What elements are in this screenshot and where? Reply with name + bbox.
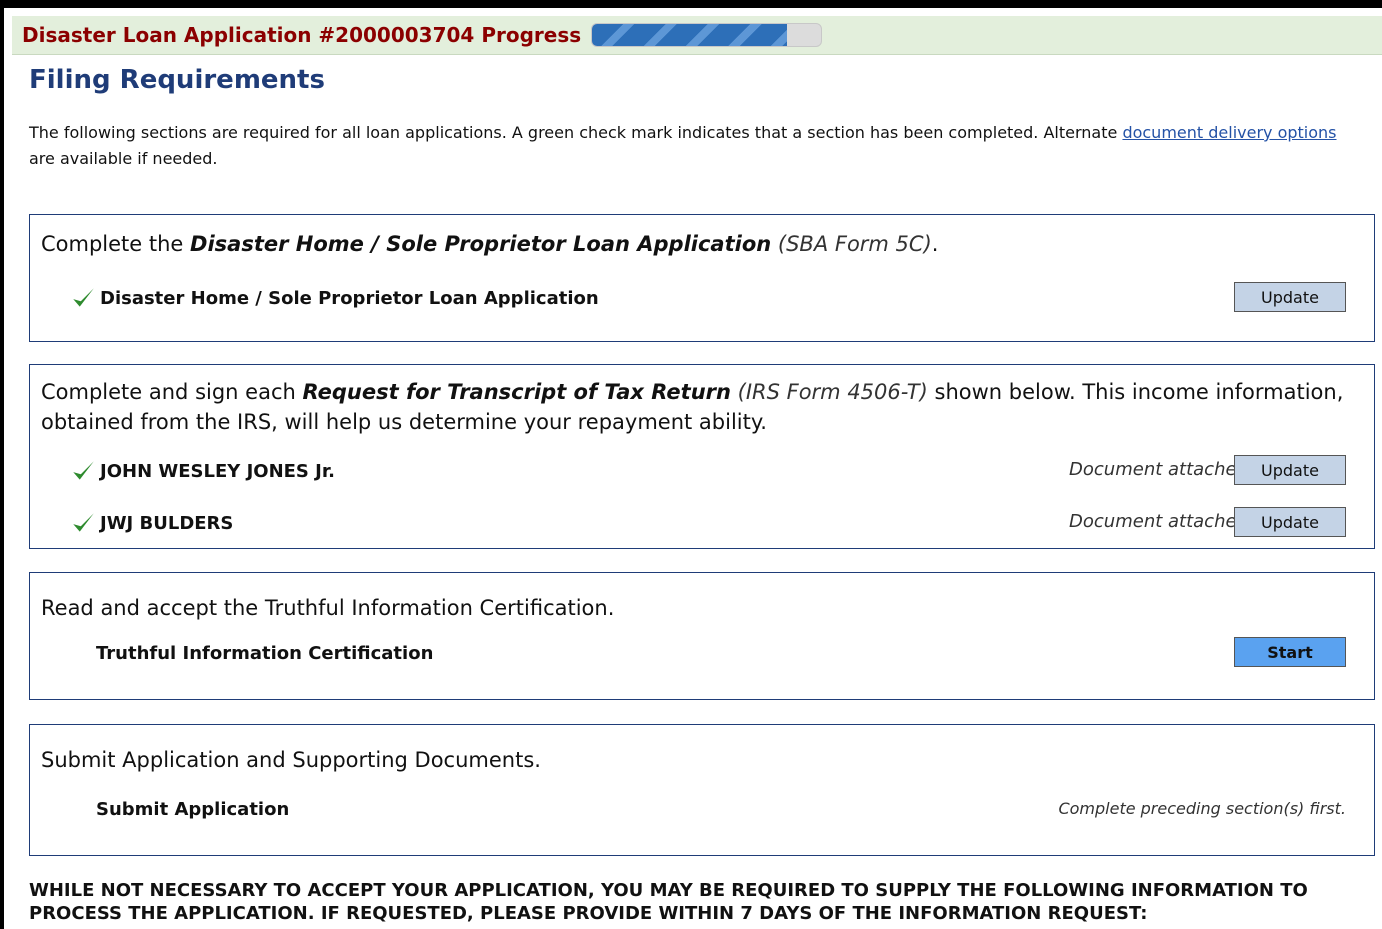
lead-prefix: Complete the — [41, 232, 184, 256]
item-label: Truthful Information Certification — [96, 642, 434, 664]
application-title-bar: Disaster Loan Application #2000003704 Pr… — [12, 16, 1382, 55]
update-button[interactable]: Update — [1234, 507, 1346, 537]
document-delivery-options-link[interactable]: document delivery options — [1122, 123, 1336, 142]
additional-info-notice: WHILE NOT NECESSARY TO ACCEPT YOUR APPLI… — [29, 880, 1308, 924]
list-item: Submit Application Complete preceding se… — [70, 793, 1374, 825]
application-title: Disaster Loan Application #2000003704 Pr… — [22, 23, 581, 47]
section-tax-transcript: Complete and sign each Request for Trans… — [29, 364, 1375, 549]
section-submit-application: Submit Application and Supporting Docume… — [29, 724, 1375, 856]
section-lead: Complete and sign each Request for Trans… — [41, 377, 1344, 437]
list-item: Truthful Information Certification Start — [70, 637, 1374, 669]
lead-suffix: . — [931, 232, 939, 256]
check-icon — [73, 288, 94, 307]
section-loan-application: Complete the Disaster Home / Sole Propri… — [29, 214, 1375, 342]
application-number: Disaster Loan Application #2000003704 — [22, 23, 475, 47]
section-lead: Submit Application and Supporting Docume… — [41, 748, 541, 772]
intro-tail: are available if needed. — [29, 149, 218, 168]
progress-label: Progress — [481, 23, 582, 47]
lead-title: Disaster Home / Sole Proprietor Loan App… — [190, 232, 772, 256]
update-button[interactable]: Update — [1234, 282, 1346, 312]
progress-bar-fill — [592, 24, 787, 46]
lead-prefix: Complete and sign each — [41, 380, 296, 404]
list-item: Disaster Home / Sole Proprietor Loan App… — [70, 282, 1374, 314]
progress-bar — [591, 23, 823, 47]
item-label: Submit Application — [96, 798, 290, 820]
lead-title: Request for Transcript of Tax Return — [302, 380, 731, 404]
section-truthful-certification: Read and accept the Truthful Information… — [29, 572, 1375, 700]
status-note: Complete preceding section(s) first. — [1058, 799, 1346, 818]
update-button[interactable]: Update — [1234, 455, 1346, 485]
page-title: Filing Requirements — [29, 65, 325, 95]
item-label: Disaster Home / Sole Proprietor Loan App… — [100, 287, 599, 309]
document-status: Document attached — [1069, 511, 1248, 532]
item-label: JOHN WESLEY JONES Jr. — [100, 460, 336, 482]
intro-text: The following sections are required for … — [29, 123, 1118, 142]
item-label: JWJ BULDERS — [100, 512, 234, 534]
lead-form: (IRS Form 4506-T) — [737, 380, 928, 404]
intro-paragraph: The following sections are required for … — [29, 120, 1359, 172]
list-item: JOHN WESLEY JONES Jr. Document attached … — [70, 455, 1374, 487]
application-page: Disaster Loan Application #2000003704 Pr… — [4, 8, 1382, 929]
section-lead: Complete the Disaster Home / Sole Propri… — [41, 229, 938, 259]
start-button[interactable]: Start — [1234, 637, 1346, 667]
check-icon — [73, 461, 94, 480]
document-status: Document attached — [1069, 459, 1248, 480]
check-icon — [73, 513, 94, 532]
lead-form: (SBA Form 5C) — [777, 232, 932, 256]
list-item: JWJ BULDERS Document attached Update — [70, 507, 1374, 539]
section-lead: Read and accept the Truthful Information… — [41, 596, 615, 620]
